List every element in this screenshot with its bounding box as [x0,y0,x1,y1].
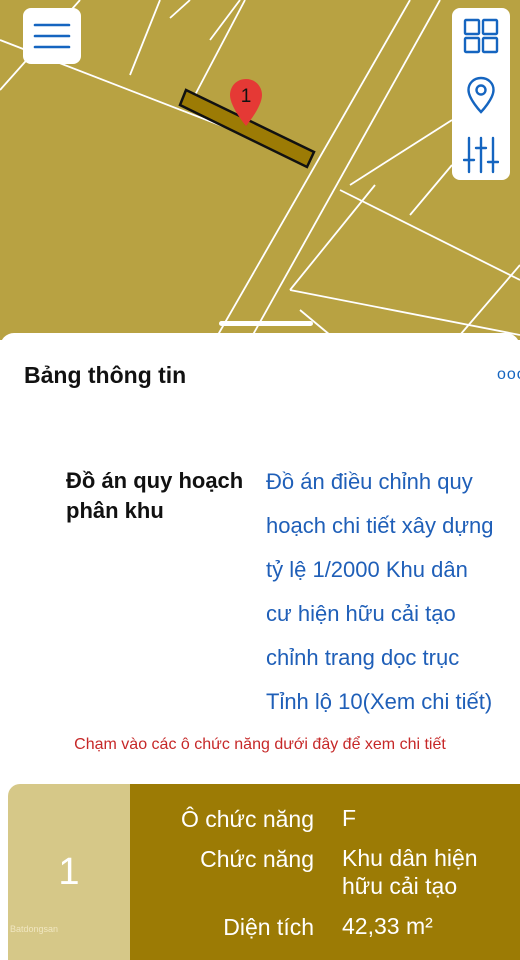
filter-button[interactable] [452,130,510,180]
area-label: Diện tích [223,914,314,940]
grid-icon [463,18,499,54]
lot-card[interactable]: 1 Ô chức năng F Chức năng Khu dân hiện h… [8,784,520,960]
more-options-button[interactable]: ooo [497,366,520,384]
grid-view-button[interactable] [452,11,510,61]
plan-detail-link[interactable]: Đồ án điều chỉnh quy hoạch chi tiết xây … [266,460,520,724]
panel-drag-handle[interactable] [219,321,313,326]
function-cell-label: Ô chức năng [180,806,314,832]
panel-title: Bảng thông tin [24,362,187,388]
function-value: Khu dân hiện hữu cải tạo [342,845,478,899]
lot-number: 1 [58,850,80,893]
lot-details: Ô chức năng F Chức năng Khu dân hiện hữu… [130,784,520,960]
map-tools-panel [452,8,510,180]
sliders-icon [463,136,499,174]
function-label: Chức năng [200,846,314,872]
hint-text: Chạm vào các ô chức năng dưới đây để xem… [74,736,446,753]
area-value: 42,33 m² [342,913,433,939]
hamburger-menu-icon [33,23,71,49]
function-cell-value: F [342,805,357,831]
location-pin-icon [467,76,495,114]
plan-label: Đồ án quy hoạch phân khu [66,468,244,523]
location-button[interactable] [452,70,510,120]
menu-button[interactable] [23,8,81,64]
map-marker-label: 1 [240,86,252,107]
watermark-text: Batdongsan [10,924,59,934]
